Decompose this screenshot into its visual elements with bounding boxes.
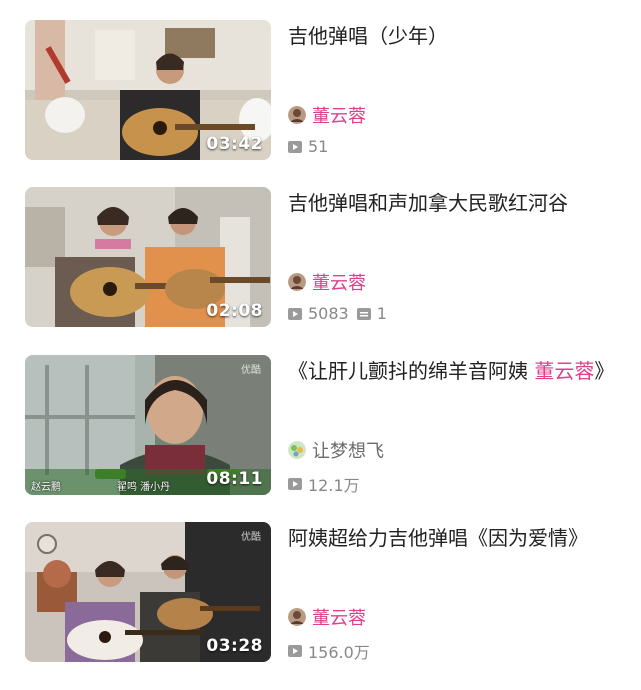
video-info: 《让肝儿颤抖的绵羊音阿姨 董云蓉》 让梦想飞 12.1万 [288, 355, 628, 495]
comment-count: 1 [356, 304, 387, 323]
watermark-logo: 优酷 [241, 532, 261, 543]
view-count: 156.0万 [288, 639, 370, 663]
video-duration: 02:08 [206, 301, 263, 321]
video-item[interactable]: 优酷 03:28 阿姨超给力吉他弹唱《因为爱情》 董云蓉 156.0万 [0, 522, 641, 662]
video-duration: 03:42 [206, 134, 263, 154]
author-row[interactable]: 董云蓉 [288, 269, 366, 295]
author-name[interactable]: 让梦想飞 [312, 437, 384, 463]
video-stats: 12.1万 [288, 472, 368, 496]
video-title[interactable]: 阿姨超给力吉他弹唱《因为爱情》 [288, 524, 628, 553]
video-info: 吉他弹唱（少年） 董云蓉 51 [288, 20, 628, 160]
play-count-icon [288, 140, 302, 153]
video-stats: 51 [288, 137, 336, 156]
view-count: 12.1万 [288, 472, 360, 496]
author-avatar[interactable] [288, 441, 306, 459]
thumb-caption: 赵云鹏 [31, 482, 61, 493]
author-row[interactable]: 董云蓉 [288, 604, 366, 630]
watermark-logo: 优酷 [241, 365, 261, 376]
play-count-icon [288, 645, 302, 657]
author-name[interactable]: 董云蓉 [312, 269, 366, 295]
video-item[interactable]: 03:42 吉他弹唱（少年） 董云蓉 51 [0, 20, 641, 160]
video-title[interactable]: 《让肝儿颤抖的绵羊音阿姨 董云蓉》 [288, 357, 628, 386]
play-count-icon [288, 478, 302, 490]
video-info: 阿姨超给力吉他弹唱《因为爱情》 董云蓉 156.0万 [288, 522, 628, 662]
video-stats: 5083 1 [288, 304, 395, 323]
thumb-caption: 翟鸣 潘小丹 [117, 482, 171, 493]
title-highlight: 董云蓉 [534, 359, 595, 383]
author-avatar[interactable] [288, 273, 306, 291]
video-stats: 156.0万 [288, 639, 378, 663]
author-row[interactable]: 让梦想飞 [288, 437, 384, 463]
comment-count-icon [356, 307, 371, 320]
author-avatar[interactable] [288, 106, 306, 124]
video-duration: 08:11 [206, 469, 263, 489]
author-row[interactable]: 董云蓉 [288, 102, 366, 128]
view-count: 5083 [288, 304, 349, 323]
video-item[interactable]: 优酷 赵云鹏 翟鸣 潘小丹 08:11 《让肝儿颤抖的绵羊音阿姨 董云蓉》 让梦… [0, 355, 641, 495]
video-thumbnail[interactable]: 优酷 赵云鹏 翟鸣 潘小丹 08:11 [25, 355, 271, 495]
video-thumbnail[interactable]: 02:08 [25, 187, 271, 327]
video-title[interactable]: 吉他弹唱（少年） [288, 22, 628, 51]
video-list: 03:42 吉他弹唱（少年） 董云蓉 51 02:08 吉他弹唱和声加拿大民歌红… [0, 0, 641, 690]
author-avatar[interactable] [288, 608, 306, 626]
play-count-icon [288, 307, 302, 320]
author-name[interactable]: 董云蓉 [312, 102, 366, 128]
author-name[interactable]: 董云蓉 [312, 604, 366, 630]
video-item[interactable]: 02:08 吉他弹唱和声加拿大民歌红河谷 董云蓉 5083 1 [0, 187, 641, 327]
view-count: 51 [288, 137, 328, 156]
video-duration: 03:28 [206, 636, 263, 656]
video-thumbnail[interactable]: 优酷 03:28 [25, 522, 271, 662]
video-title[interactable]: 吉他弹唱和声加拿大民歌红河谷 [288, 189, 628, 218]
video-thumbnail[interactable]: 03:42 [25, 20, 271, 160]
video-info: 吉他弹唱和声加拿大民歌红河谷 董云蓉 5083 1 [288, 187, 628, 327]
